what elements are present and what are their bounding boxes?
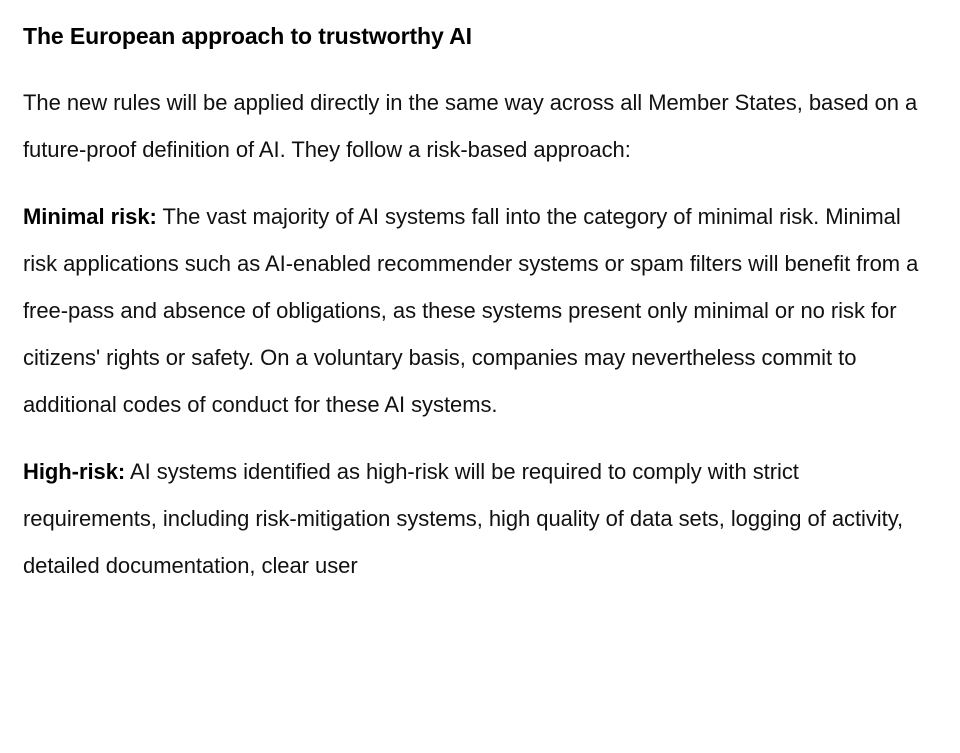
paragraph-intro: The new rules will be applied directly i… bbox=[23, 51, 938, 173]
paragraph-minimal-risk-lead-in: Minimal risk: bbox=[23, 204, 157, 229]
page-title: The European approach to trustworthy AI bbox=[23, 23, 472, 49]
article-body: The European approach to trustworthy AI … bbox=[0, 0, 960, 589]
paragraph-intro-text: The new rules will be applied directly i… bbox=[23, 90, 918, 162]
paragraph-high-risk: High-risk: AI systems identified as high… bbox=[23, 428, 938, 589]
paragraph-high-risk-lead-in: High-risk: bbox=[23, 459, 126, 484]
paragraph-minimal-risk-text: The vast majority of AI systems fall int… bbox=[23, 204, 919, 417]
paragraph-minimal-risk: Minimal risk: The vast majority of AI sy… bbox=[23, 173, 938, 428]
paragraph-high-risk-text: AI systems identified as high-risk will … bbox=[23, 459, 904, 578]
